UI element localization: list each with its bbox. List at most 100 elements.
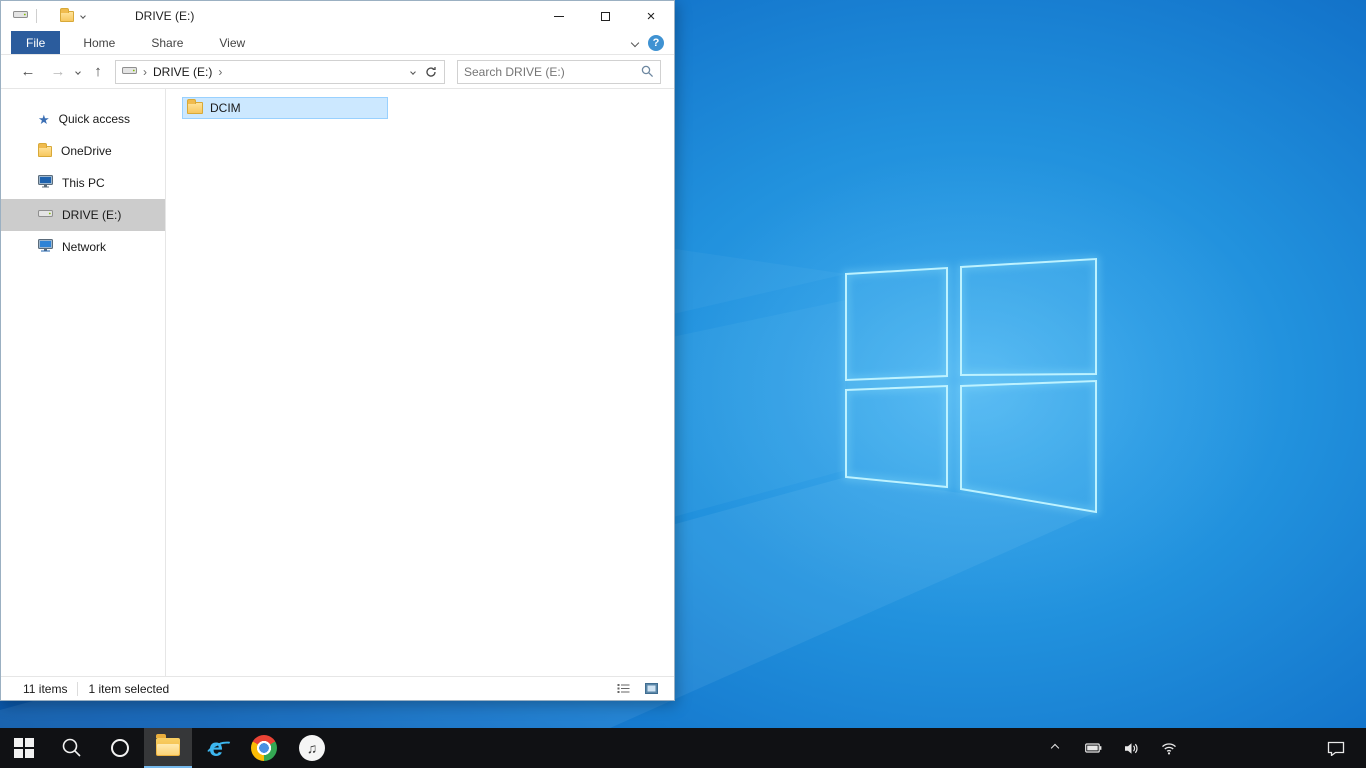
quick-access-toolbar xyxy=(1,1,91,31)
close-icon: × xyxy=(646,7,656,25)
sidebar-item-this-pc[interactable]: This PC xyxy=(1,167,165,199)
window-title: DRIVE (E:) xyxy=(135,9,195,23)
system-tray xyxy=(1044,728,1366,768)
sidebar-item-quick-access[interactable]: ★ Quick access xyxy=(1,103,165,135)
recent-locations-button[interactable] xyxy=(71,68,85,75)
help-button[interactable]: ? xyxy=(648,34,664,51)
volume-button[interactable] xyxy=(1120,728,1142,768)
sidebar-item-label: OneDrive xyxy=(61,144,112,158)
folder-icon xyxy=(187,99,203,114)
refresh-icon xyxy=(426,66,436,77)
minimize-button[interactable] xyxy=(536,1,582,31)
breadcrumb-separator: › xyxy=(143,64,147,79)
speaker-icon xyxy=(1124,742,1138,754)
chevron-down-icon xyxy=(410,68,416,75)
toolbar-divider xyxy=(36,9,37,23)
folder-icon xyxy=(38,142,52,157)
chevron-down-icon xyxy=(630,38,640,47)
search-icon xyxy=(62,738,81,757)
maximize-button[interactable] xyxy=(582,1,628,31)
sidebar-item-network[interactable]: Network xyxy=(1,231,165,263)
internet-explorer-button[interactable]: e xyxy=(192,728,240,768)
ribbon-tab-bar: File Home Share View ? xyxy=(1,31,674,55)
drive-icon xyxy=(122,65,137,79)
status-bar: 11 items 1 item selected xyxy=(1,676,674,700)
file-explorer-taskbar-button[interactable] xyxy=(144,728,192,768)
search-button[interactable] xyxy=(641,65,654,78)
folder-icon xyxy=(60,7,74,22)
itunes-icon: ♫ xyxy=(299,735,325,761)
back-button[interactable]: ← xyxy=(17,61,39,83)
expand-ribbon-button[interactable] xyxy=(630,38,640,47)
start-button[interactable] xyxy=(0,728,48,768)
music-note-icon: ♫ xyxy=(306,740,318,756)
chevron-down-icon xyxy=(80,13,86,19)
tab-share[interactable]: Share xyxy=(138,31,196,54)
details-view-button[interactable] xyxy=(612,680,634,698)
refresh-button[interactable] xyxy=(422,62,440,82)
computer-icon xyxy=(38,175,53,191)
tab-file[interactable]: File xyxy=(11,31,61,54)
view-toggles xyxy=(612,680,662,698)
windows-logo-icon xyxy=(14,738,34,758)
show-hidden-icons-button[interactable] xyxy=(1044,728,1066,768)
sidebar-item-onedrive[interactable]: OneDrive xyxy=(1,135,165,167)
details-view-icon xyxy=(617,684,629,693)
network-wifi-button[interactable] xyxy=(1158,728,1180,768)
drive-icon xyxy=(13,9,28,23)
qat-folder-button[interactable] xyxy=(45,1,74,31)
chrome-icon xyxy=(251,735,277,761)
star-icon: ★ xyxy=(38,111,50,127)
minimize-icon xyxy=(554,15,564,17)
address-dropdown-button[interactable] xyxy=(404,62,422,82)
maximize-icon xyxy=(600,11,610,21)
chrome-button[interactable] xyxy=(240,728,288,768)
file-list: DCIM xyxy=(166,89,674,676)
breadcrumb[interactable]: DRIVE (E:) xyxy=(153,65,212,79)
search-box xyxy=(457,59,661,84)
internet-explorer-icon: e xyxy=(209,733,223,762)
chevron-up-icon xyxy=(1050,743,1060,753)
explorer-body: ★ Quick access OneDrive This PC DRIVE (E… xyxy=(1,89,674,676)
desktop: DRIVE (E:) × File Home Share View ? ← → … xyxy=(0,0,1366,768)
search-input[interactable] xyxy=(464,64,641,79)
itunes-button[interactable]: ♫ xyxy=(288,728,336,768)
window-controls: × xyxy=(536,1,674,31)
selection-status: 1 item selected xyxy=(88,681,170,696)
action-center-button[interactable] xyxy=(1314,728,1358,768)
wifi-icon xyxy=(1162,742,1176,754)
large-icons-view-icon xyxy=(644,683,658,694)
sidebar-item-label: Network xyxy=(62,240,107,254)
action-center-icon xyxy=(1327,741,1345,756)
file-name: DCIM xyxy=(210,101,241,115)
forward-button[interactable]: → xyxy=(47,61,69,83)
battery-button[interactable] xyxy=(1082,728,1104,768)
taskbar-search-button[interactable] xyxy=(48,728,96,768)
sidebar-item-label: DRIVE (E:) xyxy=(62,208,122,222)
file-explorer-window: DRIVE (E:) × File Home Share View ? ← → … xyxy=(0,0,675,701)
up-button[interactable]: ↑ xyxy=(87,61,109,83)
search-icon xyxy=(641,65,654,78)
sidebar-item-drive-e[interactable]: DRIVE (E:) xyxy=(1,199,165,231)
close-button[interactable]: × xyxy=(628,1,674,31)
customize-toolbar-button[interactable] xyxy=(75,1,91,31)
large-icons-view-button[interactable] xyxy=(640,680,662,698)
breadcrumb-separator: › xyxy=(218,64,223,79)
cortana-icon xyxy=(111,739,129,757)
sidebar-item-label: Quick access xyxy=(58,112,131,126)
file-item-dcim[interactable]: DCIM xyxy=(182,97,388,119)
taskbar: e ♫ xyxy=(0,728,1366,768)
navigation-bar: ← → ↑ › DRIVE (E:) › xyxy=(1,55,674,89)
network-icon xyxy=(38,239,53,255)
address-bar[interactable]: › DRIVE (E:) › xyxy=(115,59,445,84)
tab-home[interactable]: Home xyxy=(70,31,128,54)
titlebar: DRIVE (E:) × xyxy=(1,1,674,31)
status-divider xyxy=(77,681,79,696)
items-count: 11 items xyxy=(23,681,68,696)
sidebar-item-label: This PC xyxy=(62,176,105,190)
ribbon-right-controls: ? xyxy=(630,31,674,54)
cortana-button[interactable] xyxy=(96,728,144,768)
battery-icon xyxy=(1084,743,1101,753)
tab-view[interactable]: View xyxy=(206,31,258,54)
file-explorer-icon xyxy=(156,734,180,756)
